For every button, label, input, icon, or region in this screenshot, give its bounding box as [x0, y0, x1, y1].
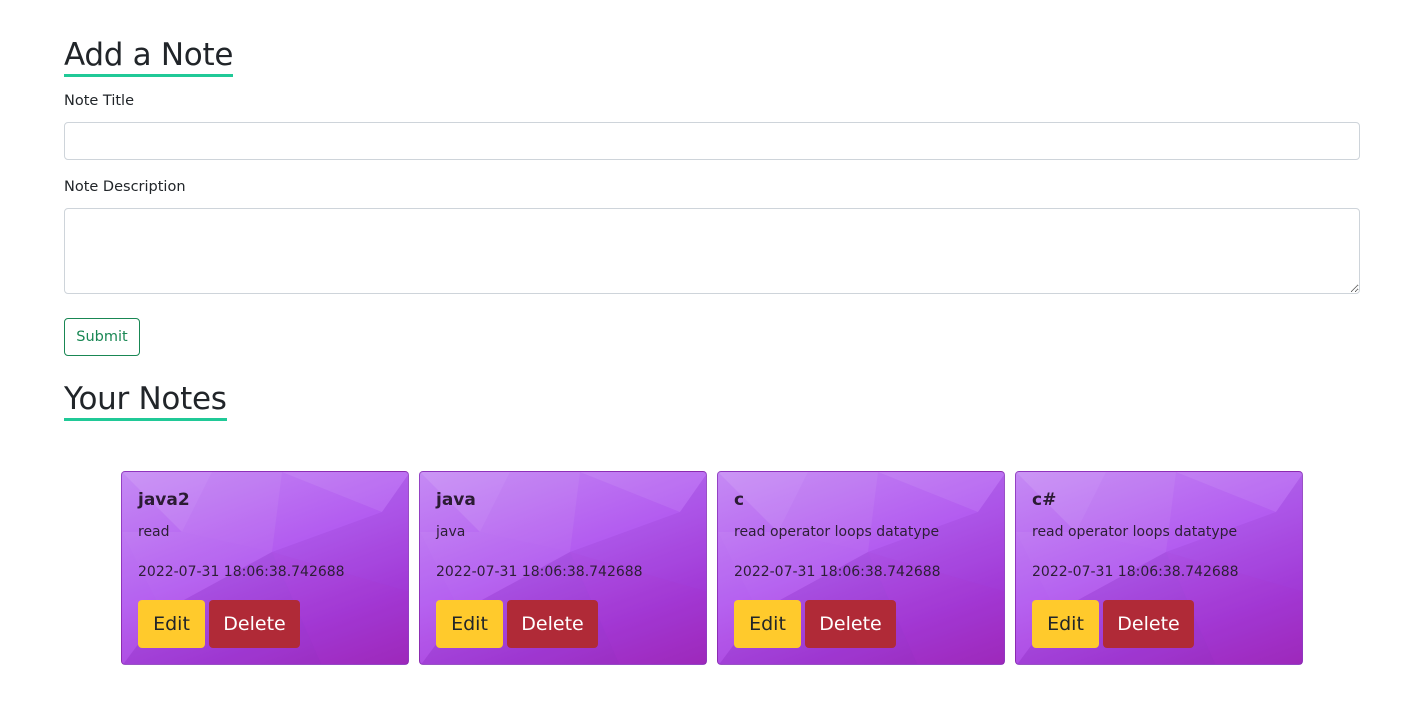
note-card: c read operator loops datatype 2022-07-3… [717, 471, 1005, 665]
note-description: read operator loops datatype [734, 524, 940, 540]
your-notes-heading: Your Notes [64, 380, 227, 421]
note-title: c# [1032, 490, 1057, 510]
note-title-input[interactable] [64, 122, 1360, 160]
note-card: c# read operator loops datatype 2022-07-… [1015, 471, 1303, 665]
edit-button[interactable]: Edit [138, 600, 205, 648]
note-title: java [436, 490, 476, 510]
note-description-textarea[interactable] [64, 208, 1360, 294]
notes-list: java2 read 2022-07-31 18:06:38.742688 Ed… [121, 471, 1303, 665]
note-timestamp: 2022-07-31 18:06:38.742688 [138, 564, 345, 580]
delete-button[interactable]: Delete [507, 600, 598, 648]
note-title: java2 [138, 490, 190, 510]
note-timestamp: 2022-07-31 18:06:38.742688 [436, 564, 643, 580]
delete-button[interactable]: Delete [209, 600, 300, 648]
delete-button[interactable]: Delete [805, 600, 896, 648]
delete-button[interactable]: Delete [1103, 600, 1194, 648]
note-title: c [734, 490, 745, 510]
note-timestamp: 2022-07-31 18:06:38.742688 [1032, 564, 1239, 580]
submit-button[interactable]: Submit [64, 318, 140, 356]
note-description-label: Note Description [64, 179, 186, 195]
note-card: java java 2022-07-31 18:06:38.742688 Edi… [419, 471, 707, 665]
edit-button[interactable]: Edit [436, 600, 503, 648]
note-timestamp: 2022-07-31 18:06:38.742688 [734, 564, 941, 580]
note-title-label: Note Title [64, 93, 135, 109]
note-card: java2 read 2022-07-31 18:06:38.742688 Ed… [121, 471, 409, 665]
note-description: java [436, 524, 466, 540]
note-description: read operator loops datatype [1032, 524, 1238, 540]
edit-button[interactable]: Edit [734, 600, 801, 648]
add-note-heading: Add a Note [64, 36, 233, 77]
note-description: read [138, 524, 170, 540]
edit-button[interactable]: Edit [1032, 600, 1099, 648]
